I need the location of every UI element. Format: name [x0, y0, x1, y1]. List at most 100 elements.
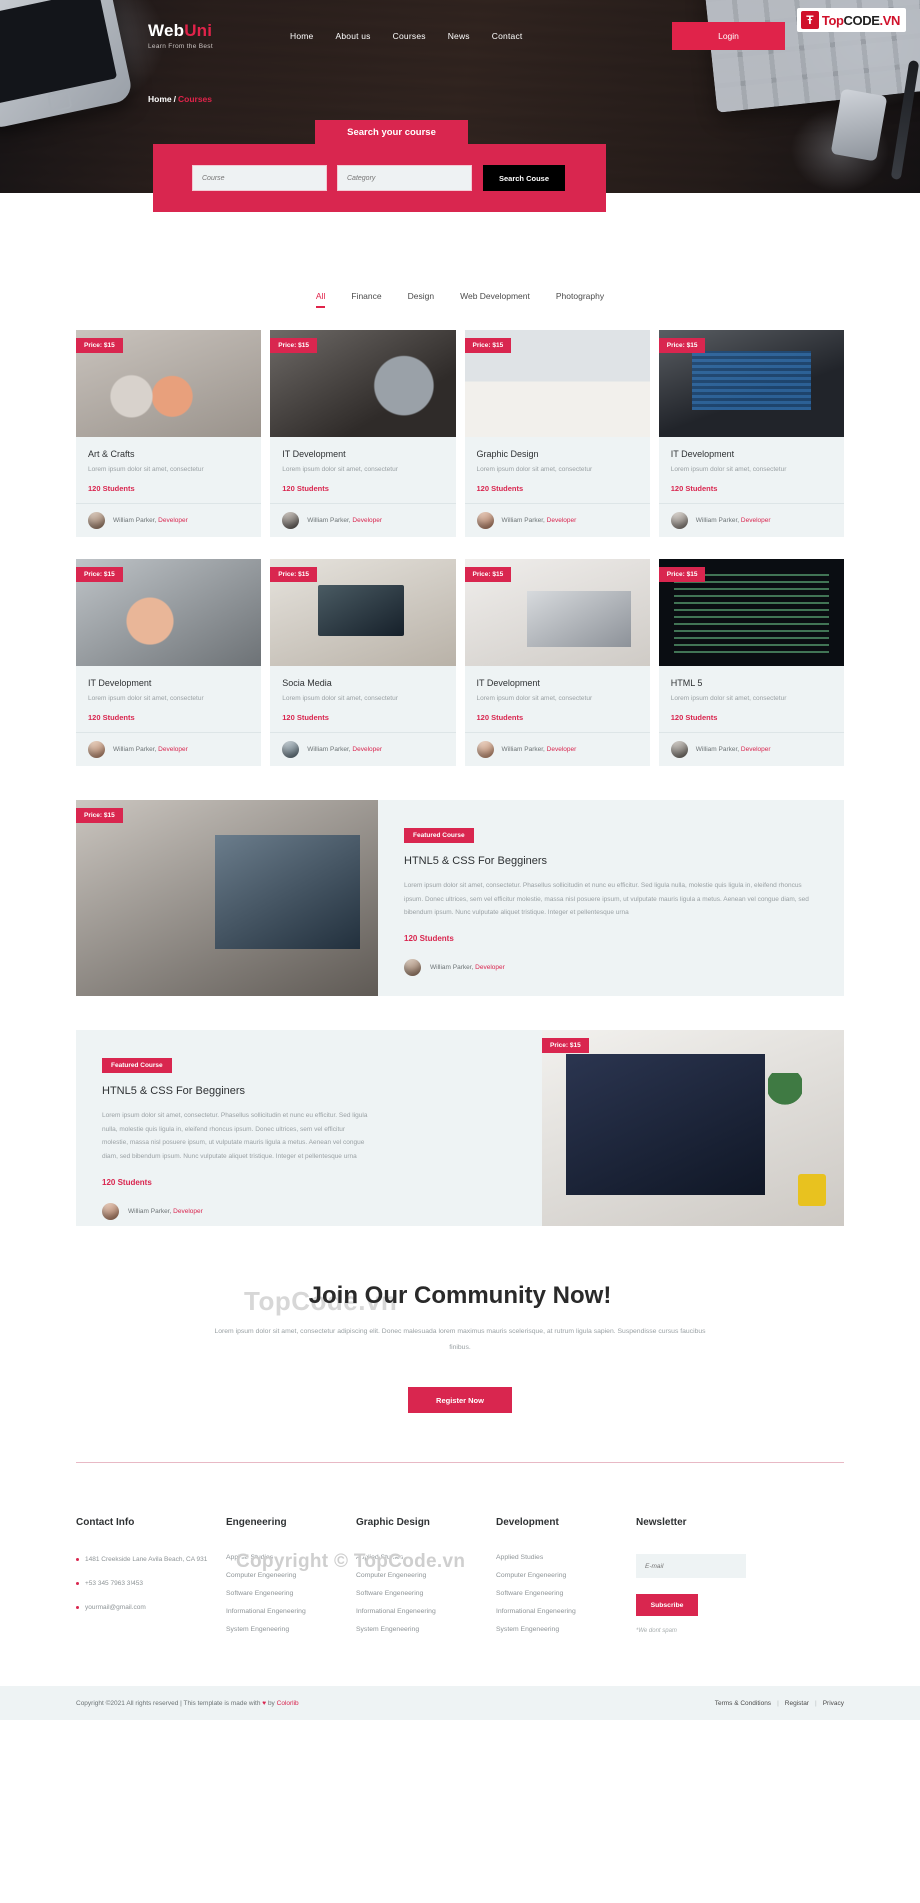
newsletter-email-input[interactable] [636, 1554, 746, 1579]
tab-all[interactable]: All [315, 291, 326, 308]
course-card[interactable]: Price: $15 IT Development Lorem ipsum do… [658, 330, 844, 537]
course-card[interactable]: Price: $15 HTML 5 Lorem ipsum dolor sit … [658, 559, 844, 766]
course-card-footer: William Parker, Developer [658, 503, 844, 537]
course-thumbnail: Price: $15 [658, 559, 844, 666]
footer-link[interactable]: Informational Engeneering [356, 1608, 496, 1615]
nav-item-home[interactable]: Home [290, 31, 313, 41]
featured-course-right[interactable]: Featured Course HTNL5 & CSS For Begginer… [76, 1030, 844, 1226]
top-navigation-bar: WebUni Learn From the Best Home About us… [0, 0, 920, 72]
footer-link-privacy[interactable]: Privacy [823, 1700, 844, 1707]
course-card[interactable]: Price: $15 IT Development Lorem ipsum do… [76, 559, 262, 766]
course-description: Lorem ipsum dolor sit amet, consectetur [476, 466, 593, 473]
tab-photography[interactable]: Photography [556, 291, 604, 308]
course-card[interactable]: Price: $15 IT Development Lorem ipsum do… [464, 559, 650, 766]
avatar [670, 741, 688, 758]
course-thumbnail: Price: $15 [270, 330, 456, 437]
tab-web-development[interactable]: Web Development [460, 291, 530, 308]
footer-link[interactable]: Informational Engeneering [226, 1608, 356, 1615]
course-author-name: William Parker, [695, 517, 740, 524]
course-card[interactable]: Price: $15 Graphic Design Lorem ipsum do… [464, 330, 650, 537]
tab-design[interactable]: Design [408, 291, 434, 308]
footer-link-registar[interactable]: Registar [785, 1700, 809, 1707]
price-badge: Price: $15 [76, 338, 123, 353]
course-author: William Parker, Developer [696, 517, 771, 524]
breadcrumb: Home / Courses [148, 94, 920, 104]
register-now-button[interactable]: Register Now [408, 1387, 512, 1414]
price-badge: Price: $15 [658, 567, 706, 582]
featured-author-role: Developer [173, 1207, 203, 1215]
nav-item-news[interactable]: News [448, 31, 470, 41]
course-thumbnail: Price: $15 [464, 559, 650, 666]
search-category-input[interactable] [337, 165, 472, 191]
footer-heading-graphic-design: Graphic Design [356, 1517, 430, 1529]
course-card-footer: William Parker, Developer [270, 732, 456, 766]
course-card[interactable]: Price: $15 IT Development Lorem ipsum do… [270, 330, 456, 537]
price-badge: Price: $15 [270, 567, 317, 582]
course-title: IT Development [88, 678, 152, 688]
course-card[interactable]: Price: $15 Art & Crafts Lorem ipsum dolo… [76, 330, 262, 537]
breadcrumb-home[interactable]: Home [148, 94, 172, 104]
featured-thumbnail: Price: $15 [76, 800, 378, 996]
course-author-role: Developer [352, 746, 383, 753]
footer-link[interactable]: Computer Engeneering [496, 1572, 636, 1579]
footer-link[interactable]: Computer Engeneering [226, 1572, 356, 1579]
featured-description: Lorem ipsum dolor sit amet, consectetur.… [102, 1112, 368, 1160]
footer-link[interactable]: System Engeneering [226, 1626, 356, 1633]
footer-heading-contact: Contact Info [76, 1517, 135, 1529]
footer-link[interactable]: Software Engeneering [226, 1590, 356, 1597]
course-author-role: Developer [546, 517, 577, 524]
nav-item-about-us[interactable]: About us [335, 31, 370, 41]
course-card[interactable]: Price: $15 Socia Media Lorem ipsum dolor… [270, 559, 456, 766]
course-description: Lorem ipsum dolor sit amet, consectetur [670, 695, 787, 702]
join-community-section: TopCode.vn Join Our Community Now! Lorem… [76, 1282, 844, 1464]
featured-author-name: William Parker, [430, 963, 474, 971]
nav-item-courses[interactable]: Courses [393, 31, 426, 41]
join-title: Join Our Community Now! [308, 1282, 612, 1309]
course-author-name: William Parker, [695, 746, 740, 753]
course-author: William Parker, Developer [113, 746, 188, 753]
price-badge: Price: $15 [658, 338, 706, 353]
footer-link[interactable]: System Engeneering [356, 1626, 496, 1633]
course-card-footer: William Parker, Developer [464, 732, 650, 766]
featured-title: HTNL5 & CSS For Begginers [404, 855, 548, 867]
login-button[interactable]: Login [672, 22, 785, 50]
colorlib-link[interactable]: Colorlib [277, 1700, 299, 1707]
footer-link[interactable]: Computer Engeneering [356, 1572, 496, 1579]
footer-column-engeneering: Engeneering Applied Studies Computer Eng… [226, 1517, 356, 1644]
search-submit-button[interactable]: Search Couse [483, 165, 565, 191]
course-author-role: Developer [740, 746, 771, 753]
footer-link[interactable]: Software Engeneering [356, 1590, 496, 1597]
footer-link-terms[interactable]: Terms & Conditions [715, 1700, 771, 1707]
avatar [282, 741, 300, 758]
footer-column-development: Development Applied Studies Computer Eng… [496, 1517, 636, 1644]
course-author: William Parker, Developer [113, 517, 188, 524]
courses-grid-row-2: Price: $15 IT Development Lorem ipsum do… [76, 559, 844, 766]
breadcrumb-current: Courses [178, 94, 213, 104]
course-title: HTML 5 [670, 678, 703, 688]
footer-link[interactable]: Applied Studies [496, 1554, 636, 1561]
featured-course-left[interactable]: Price: $15 Featured Course HTNL5 & CSS F… [76, 800, 844, 996]
tab-finance[interactable]: Finance [351, 291, 381, 308]
decorative-plant-image [767, 1073, 802, 1118]
course-description: Lorem ipsum dolor sit amet, consectetur [88, 466, 204, 473]
course-students-count: 120 Students [88, 713, 135, 722]
course-author-name: William Parker, [113, 746, 157, 753]
course-author-name: William Parker, [501, 746, 545, 753]
brand-logo[interactable]: WebUni Learn From the Best [148, 21, 278, 51]
copyright-text: Copyright ©2021 All rights reserved | Th… [76, 1700, 299, 1707]
course-card-footer: William Parker, Developer [658, 732, 844, 766]
search-course-input[interactable] [192, 165, 327, 191]
footer-link[interactable]: Informational Engeneering [496, 1608, 636, 1615]
subscribe-button[interactable]: Subscribe [636, 1594, 698, 1617]
avatar [404, 958, 421, 976]
course-author-name: William Parker, [501, 517, 545, 524]
topcode-mark-icon: Ŧ [800, 11, 819, 29]
avatar [282, 512, 300, 529]
featured-body: Featured Course HTNL5 & CSS For Begginer… [76, 1030, 394, 1226]
course-card-footer: William Parker, Developer [270, 503, 456, 537]
footer-column-newsletter: Newsletter Subscribe *We dont spam [636, 1517, 756, 1644]
footer-link[interactable]: Software Engeneering [496, 1590, 636, 1597]
nav-item-contact[interactable]: Contact [492, 31, 523, 41]
price-badge: Price: $15 [270, 338, 317, 353]
footer-link[interactable]: System Engeneering [496, 1626, 636, 1633]
